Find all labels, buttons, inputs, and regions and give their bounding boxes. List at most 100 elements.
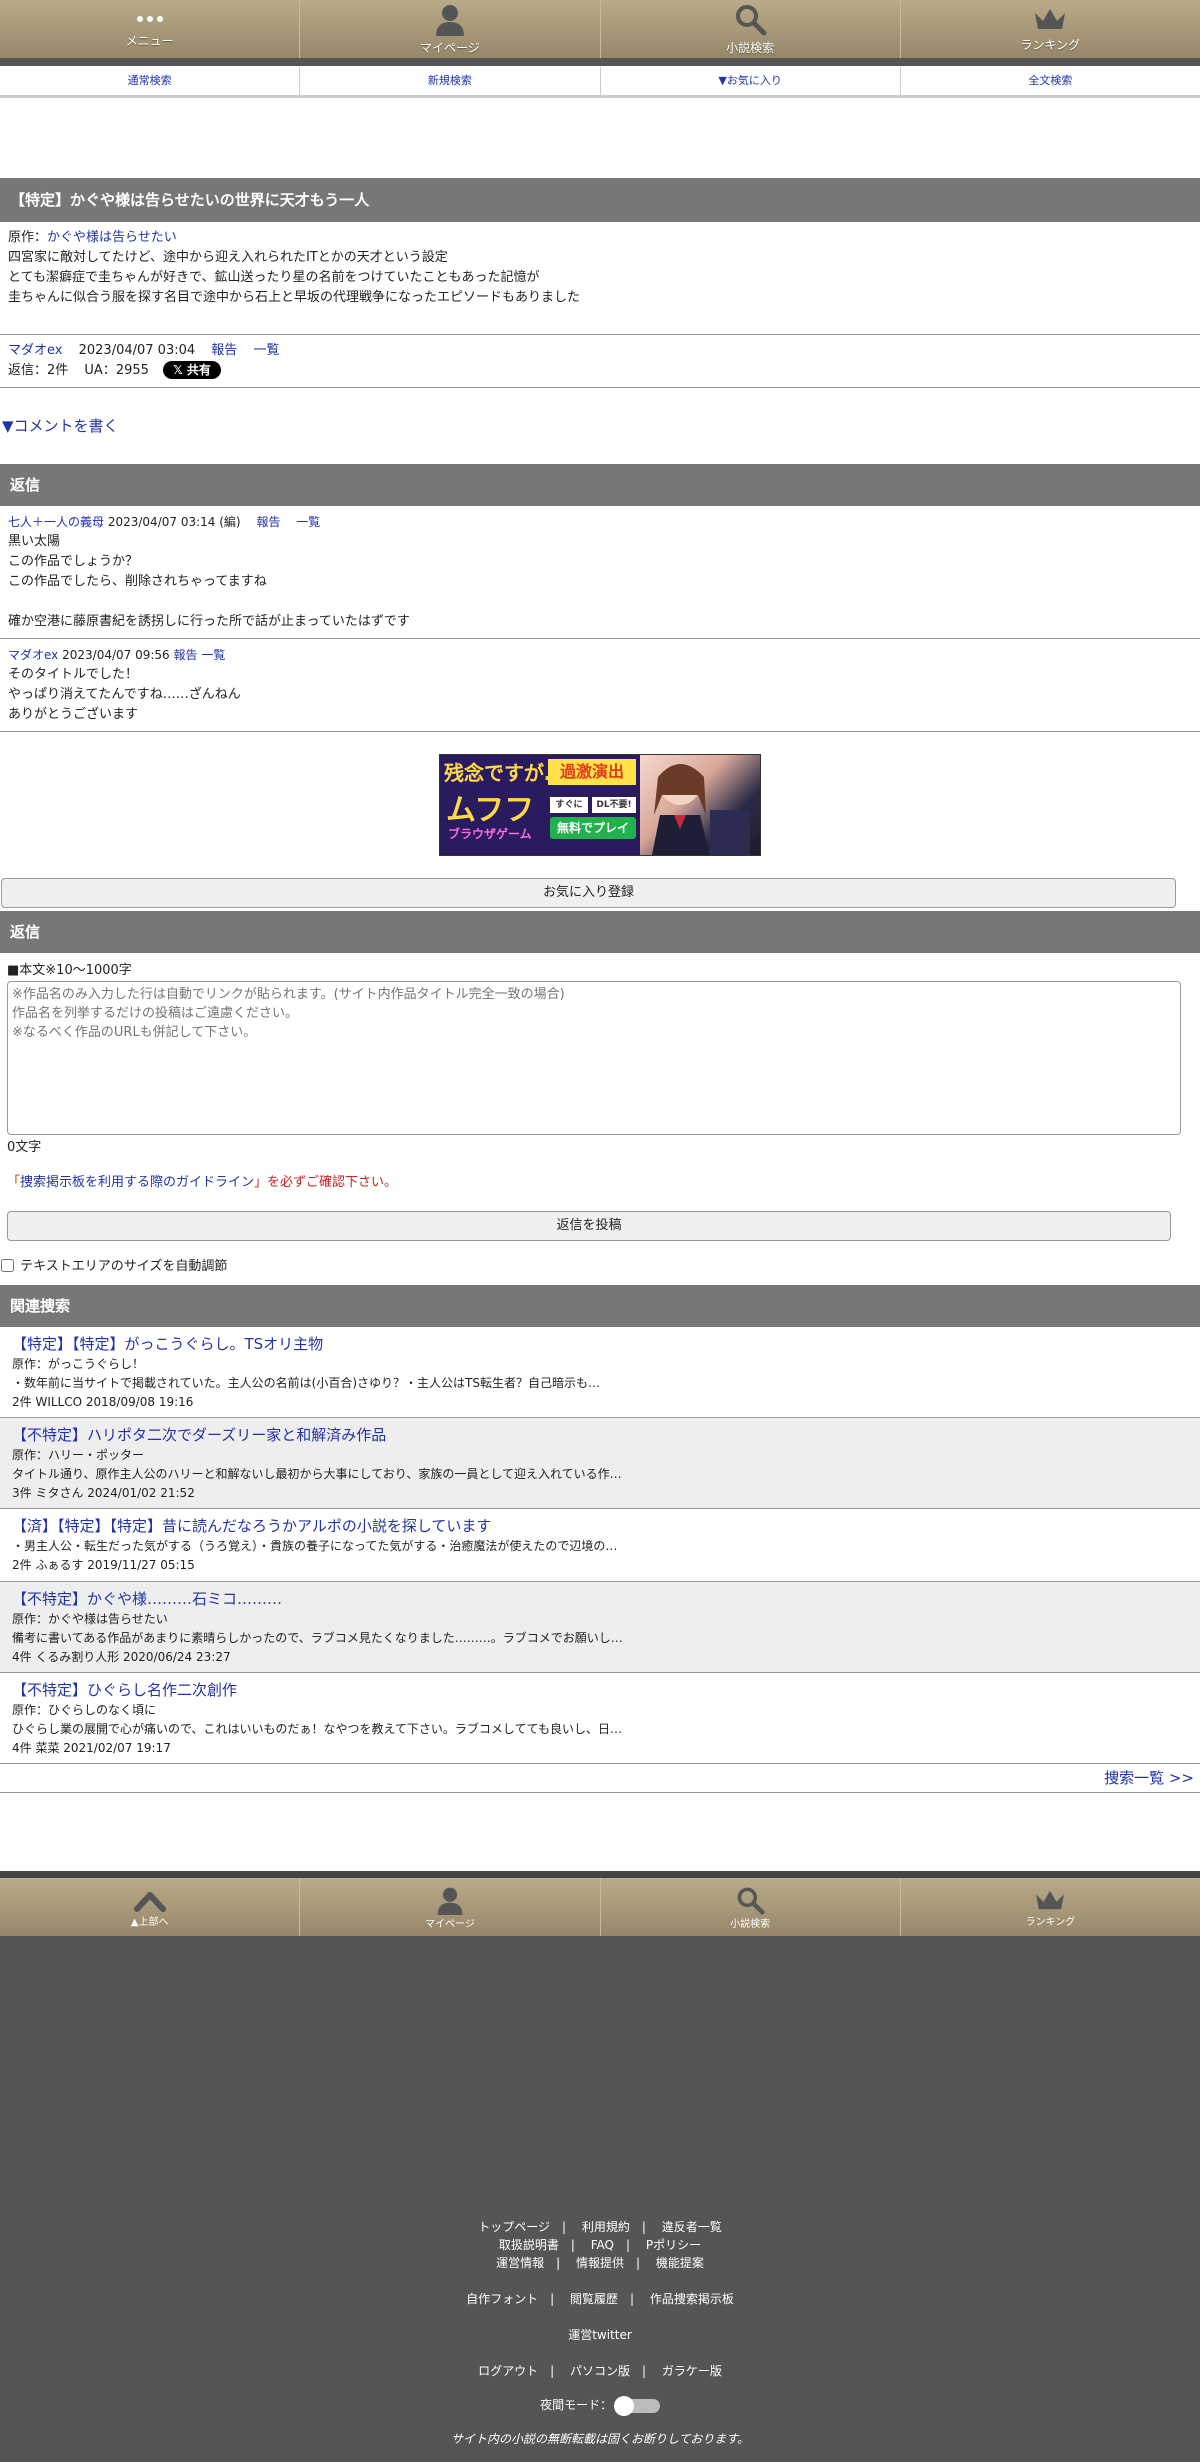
reply-author[interactable]: マダオex: [8, 648, 58, 662]
char-count: 0文字: [7, 1140, 42, 1155]
subnav-new-search[interactable]: 新規検索: [300, 67, 601, 95]
subnav-fulltext-search[interactable]: 全文検索: [901, 67, 1200, 95]
footer-link[interactable]: 情報提供: [576, 2256, 624, 2270]
share-label: 共有: [186, 363, 211, 377]
footer-link[interactable]: 作品捜索掲示板: [650, 2292, 734, 2306]
sub-navbar: 通常検索 新規検索 ▼お気に入り 全文検索: [0, 67, 1200, 98]
reply-author[interactable]: 七人＋一人の義母: [8, 515, 104, 529]
thread-line: 四宮家に敵対してたけど、途中から迎え入れられたITとかの天才という設定: [8, 250, 448, 265]
footer-link[interactable]: 自作フォント: [466, 2292, 538, 2306]
x-logo-icon: 𝕏: [173, 363, 187, 377]
nav-novel-search[interactable]: 小説検索: [601, 1878, 901, 1936]
subnav-normal-search[interactable]: 通常検索: [0, 67, 301, 95]
related-meta: 4件 くるみ割り人形 2020/06/24 23:27: [12, 1650, 231, 1664]
toggle-knob: [613, 2395, 634, 2416]
user-icon: [435, 5, 464, 36]
related-item[interactable]: 【特定】【特定】がっこうぐらし。TSオリ主物 原作：がっこうぐらし！ ・数年前に…: [0, 1327, 1200, 1418]
user-icon: [437, 1887, 463, 1915]
nav-ranking[interactable]: ランキング: [901, 1878, 1200, 1936]
guideline-link[interactable]: 捜索掲示板を利用する際のガイドライン: [20, 1175, 254, 1190]
related-item[interactable]: 【不特定】かぐや様………石ミコ……… 原作：かぐや様は告らせたい 備考に書いてあ…: [0, 1582, 1200, 1673]
reply-line: この作品でしょうか？: [8, 554, 139, 569]
nav-scroll-top[interactable]: ▲上部へ: [0, 1878, 301, 1936]
footer-link[interactable]: 利用規約: [582, 2220, 630, 2234]
list-link[interactable]: 一覧: [201, 648, 225, 662]
crown-icon: [1036, 1890, 1065, 1909]
footer-link[interactable]: ログアウト: [478, 2364, 538, 2378]
nav-mypage[interactable]: マイページ: [300, 1878, 601, 1936]
footer-link[interactable]: 違反者一覧: [662, 2220, 722, 2234]
report-link[interactable]: 報告: [256, 515, 280, 529]
report-link[interactable]: 報告: [174, 648, 198, 662]
submit-reply-button[interactable]: 返信を投稿: [7, 1211, 1171, 1241]
report-link[interactable]: 報告: [211, 343, 237, 358]
nav-ranking[interactable]: ランキング: [901, 0, 1200, 58]
comment-write-link[interactable]: ▼コメントを書く: [0, 408, 1200, 444]
related-item[interactable]: 【不特定】ハリポタ二次でダーズリー家と和解済み作品 原作：ハリー・ポッター タイ…: [0, 1418, 1200, 1509]
reply-edited: (編): [219, 515, 241, 529]
related-summary: 備考に書いてある作品があまりに素晴らしかったので、ラブコメ見たくなりました…………: [12, 1631, 623, 1645]
footer-link[interactable]: FAQ: [591, 2238, 614, 2252]
related-summary: ひぐらし業の展開で心が痛いので、これはいいものだぁ！なやつを教えて下さい。ラブコ…: [12, 1722, 622, 1736]
ad-banner-left: 残念ですが… ムフフ ブラウザゲーム 過激演出 すぐに DL不要! 無料でプレイ: [440, 755, 640, 855]
original-link[interactable]: かぐや様は告らせたい: [47, 230, 177, 245]
original-label: 原作：: [8, 230, 48, 245]
thread-body: 原作：かぐや様は告らせたい 四宮家に敵対してたけど、途中から迎え入れられたITと…: [0, 222, 1200, 314]
nav-scroll-top-label: ▲上部へ: [130, 1916, 169, 1928]
nav-mypage[interactable]: マイページ: [300, 0, 601, 58]
reply-item: 七人＋一人の義母 2023/04/07 03:14 (編) 報告 一覧 黒い太陽…: [0, 506, 1200, 638]
thread-author[interactable]: マダオex: [8, 343, 62, 358]
guideline-pre: 「: [7, 1175, 21, 1190]
list-link[interactable]: 一覧: [253, 343, 279, 358]
related-title[interactable]: 【不特定】ひぐらし名作二次創作: [12, 1679, 1188, 1701]
subnav-favorites[interactable]: ▼お気に入り: [601, 67, 901, 95]
crown-icon: [1035, 9, 1066, 29]
footer-link[interactable]: 取扱説明書: [499, 2238, 559, 2252]
nav-novel-search[interactable]: 小説検索: [601, 0, 901, 58]
body-label: ■本文※10〜1000字: [7, 963, 132, 978]
ad-text: すぐに: [550, 797, 588, 813]
reply-form: ■本文※10〜1000字 0文字 「捜索掲示板を利用する際のガイドライン」を必ず…: [0, 953, 1200, 1285]
related-meta: 3件 ミタさん 2024/01/02 21:52: [12, 1486, 195, 1500]
footer-link[interactable]: 機能提案: [656, 2256, 704, 2270]
x-share-button[interactable]: 𝕏 共有: [163, 361, 221, 379]
list-link[interactable]: 一覧: [296, 515, 320, 529]
footer-link[interactable]: Pポリシー: [646, 2238, 701, 2252]
nav-ranking-label: ランキング: [1020, 38, 1081, 52]
search-icon: [737, 1887, 765, 1915]
nav-novel-search-label: 小説検索: [726, 41, 775, 55]
reply-line: そのタイトルでした！: [8, 667, 139, 682]
footer-twitter-link[interactable]: 運営twitter: [568, 2328, 632, 2342]
thread-title: 【特定】かぐや様は告らせたいの世界に天才もう一人: [0, 178, 1200, 222]
related-meta: 2件 ふぁるす 2019/11/27 05:15: [12, 1558, 195, 1572]
footer-link[interactable]: トップページ: [478, 2220, 550, 2234]
ad-banner[interactable]: 残念ですが… ムフフ ブラウザゲーム 過激演出 すぐに DL不要! 無料でプレイ: [439, 754, 761, 856]
footer-link[interactable]: 運営情報: [496, 2256, 544, 2270]
ad-banner-image: [640, 755, 760, 855]
nav-ranking-label: ランキング: [1025, 1916, 1076, 1928]
ad-text: 過激演出: [548, 759, 636, 785]
autosize-checkbox[interactable]: [1, 1259, 14, 1272]
related-item[interactable]: 【不特定】ひぐらし名作二次創作 原作：ひぐらしのなく頃に ひぐらし業の展開で心が…: [0, 1673, 1200, 1764]
footer-link[interactable]: 閲覧履歴: [570, 2292, 618, 2306]
night-mode-toggle[interactable]: [613, 2395, 660, 2416]
related-item[interactable]: 【済】【特定】【特定】昔に読んだなろうかアルポの小説を探しています ・男主人公・…: [0, 1509, 1200, 1582]
replies-header: 返信: [0, 464, 1200, 506]
nav-menu[interactable]: メニュー: [0, 0, 301, 58]
related-summary: ・男主人公・転生だった気がする（うろ覚え）・貴族の養子になってた気がする・治癒魔…: [12, 1539, 618, 1553]
chevron-up-icon: [133, 1891, 166, 1912]
related-title[interactable]: 【不特定】ハリポタ二次でダーズリー家と和解済み作品: [12, 1424, 1188, 1446]
footer-link[interactable]: ガラケー版: [662, 2364, 722, 2378]
guideline-notice: 「捜索掲示板を利用する際のガイドライン」を必ずご確認下さい。: [7, 1173, 1193, 1193]
reply-body-textarea[interactable]: [7, 981, 1181, 1135]
reply-item: マダオex 2023/04/07 09:56 報告 一覧 そのタイトルでした！ …: [0, 639, 1200, 731]
related-title[interactable]: 【特定】【特定】がっこうぐらし。TSオリ主物: [12, 1333, 1188, 1355]
search-all-link[interactable]: 捜索一覧 >>: [1104, 1769, 1194, 1787]
copyright-notice: サイト内の小説の無断転載は固くお断りしております。: [450, 2432, 750, 2446]
favorite-register-button[interactable]: お気に入り登録: [1, 878, 1176, 908]
related-title[interactable]: 【済】【特定】【特定】昔に読んだなろうかアルポの小説を探しています: [12, 1515, 1188, 1537]
related-title[interactable]: 【不特定】かぐや様………石ミコ………: [12, 1588, 1188, 1610]
footer-link[interactable]: パソコン版: [570, 2364, 630, 2378]
related-original: 原作：かぐや様は告らせたい: [12, 1612, 168, 1626]
